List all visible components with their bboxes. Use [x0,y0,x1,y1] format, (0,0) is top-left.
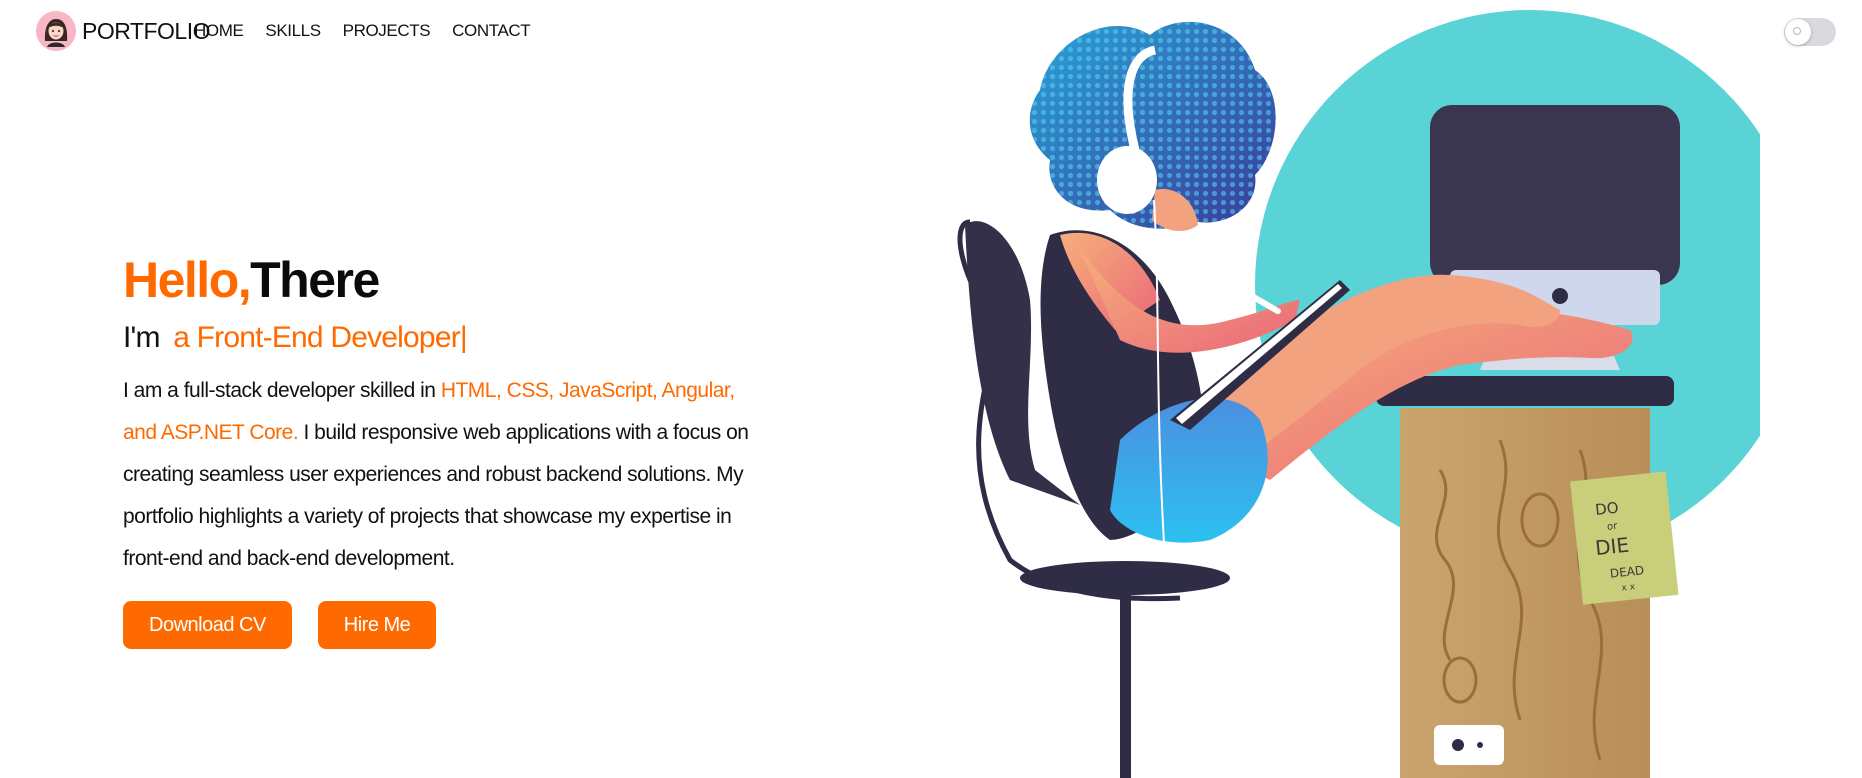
nav-menu: HOME SKILLS PROJECTS CONTACT [194,21,552,41]
greeting-there: There [250,252,380,308]
hero-greeting: Hello,There [123,252,763,308]
note-line5: x x [1621,582,1636,593]
greeting-hello: Hello, [123,252,252,308]
hero-section: Hello,There I'm a Front-End Developer| I… [123,252,763,649]
bio-start: I am a full-stack developer skilled in [123,379,441,402]
role-line: I'm a Front-End Developer| [123,320,763,356]
note-line1: DO [1594,499,1619,519]
hire-me-button[interactable]: Hire Me [317,601,437,649]
nav-link-projects[interactable]: PROJECTS [343,21,431,41]
sticky-note: DO or DIE DEAD x x [1570,471,1679,605]
typing-cursor: | [459,321,468,354]
nav-link-skills[interactable]: SKILLS [265,21,321,41]
hero-illustration: DO or DIE DEAD x x [940,0,1760,778]
intro-prefix: I'm [123,321,160,354]
girl-avatar-icon [36,11,76,51]
download-cv-button[interactable]: Download CV [123,601,292,649]
hero-buttons: Download CV Hire Me [123,601,763,649]
note-line3: DIE [1594,533,1630,560]
sun-toggle-icon [1785,19,1811,45]
portfolio-page: PORTFOLIO HOME SKILLS PROJECTS CONTACT H… [0,0,1862,778]
nav-link-contact[interactable]: CONTACT [452,21,531,41]
hero-bio: I am a full-stack developer skilled in H… [123,370,763,580]
typed-role: a Front-End Developer [173,321,460,354]
brand-name: PORTFOLIO [82,17,211,44]
nav-link-home[interactable]: HOME [194,21,244,41]
theme-toggle[interactable] [1784,18,1836,46]
brand-logo[interactable]: PORTFOLIO [36,11,211,51]
